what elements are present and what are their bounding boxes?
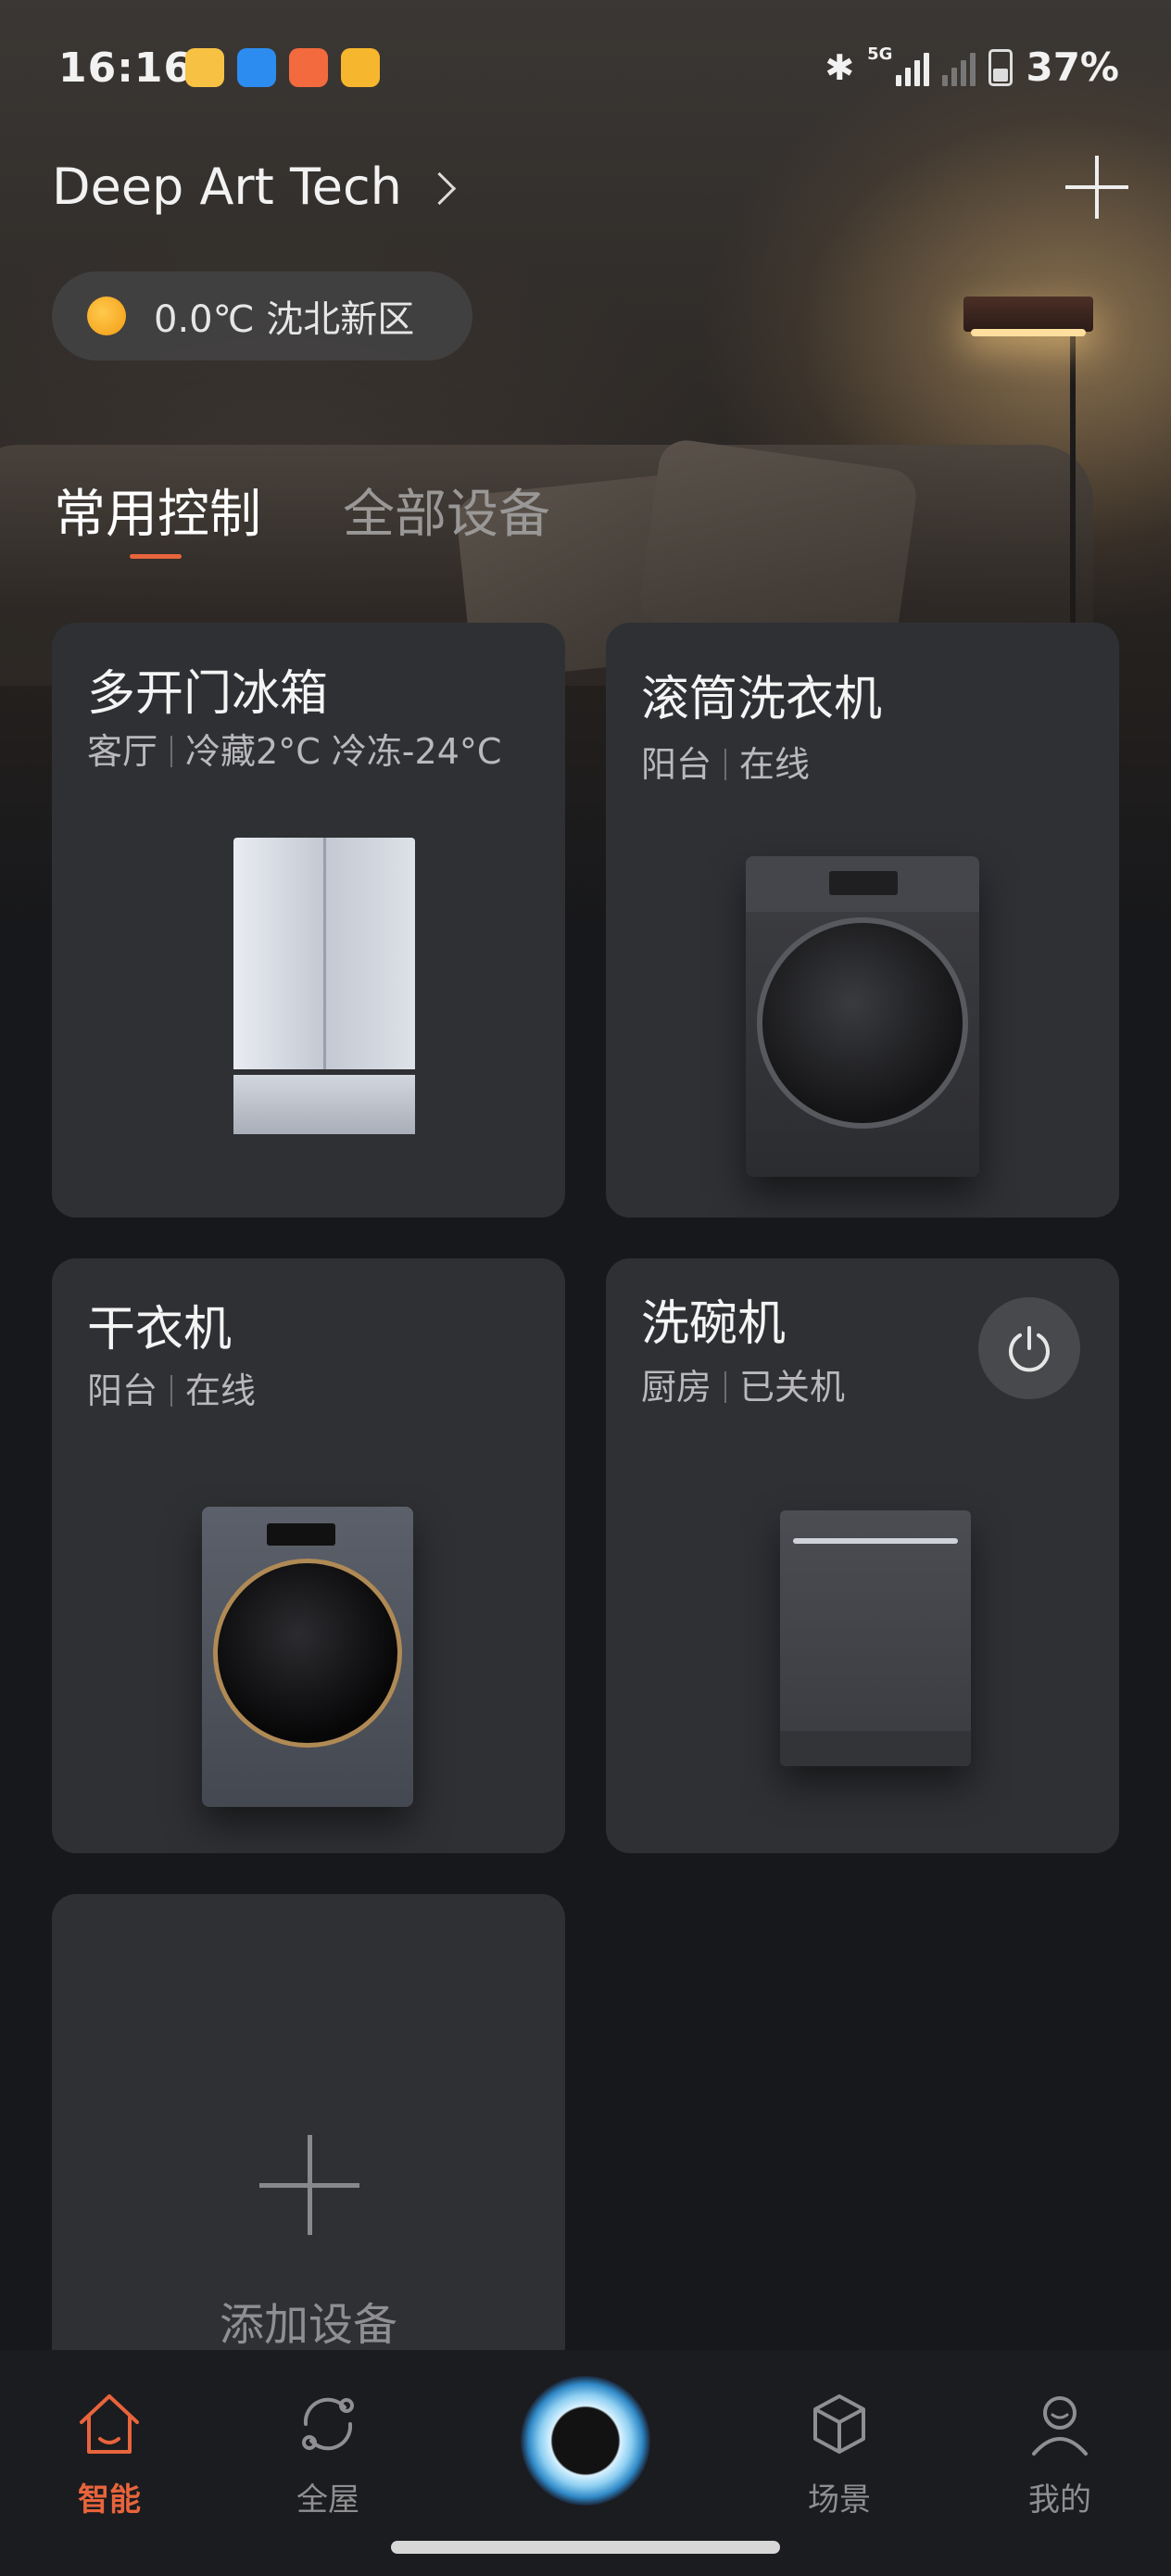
home-selector[interactable]: Deep Art Tech [52,158,457,216]
device-name: 洗碗机 [641,1296,787,1352]
device-room: 阳台 [87,1370,158,1411]
battery-icon [988,48,1014,86]
nav-label: 全屋 [296,2481,359,2519]
device-status: 冷藏2°C 冷冻-24°C [185,731,502,772]
tab-active-indicator [130,554,182,559]
device-status-line: 阳台 在线 [641,736,810,787]
lamp-glow [971,329,1086,336]
signal-icon [896,49,930,86]
device-card-dryer[interactable]: 干衣机 阳台 在线 [52,1258,565,1853]
fridge-image [233,838,415,1134]
nav-scenes[interactable]: 场景 [774,2387,904,2519]
lamp-shade [963,297,1093,332]
tab-common-controls[interactable]: 常用控制 [54,473,261,559]
divider [170,1375,173,1407]
device-room: 客厅 [87,731,158,772]
status-bar: 16:16 ✱ 5G 37% [0,37,1171,102]
device-status-line: 客厅 冷藏2°C 冷冻-24°C [87,723,501,774]
nav-label: 智能 [78,2481,141,2519]
add-device-label: 添加设备 [219,2299,397,2351]
home-indicator[interactable] [391,2541,780,2554]
nav-smart[interactable]: 智能 [44,2387,174,2519]
home-name: Deep Art Tech [52,158,402,216]
tab-label: 常用控制 [54,485,261,545]
bluetooth-icon: ✱ [825,46,855,88]
divider [724,1371,727,1403]
power-button[interactable] [978,1297,1080,1399]
chevron-right-icon [422,171,457,206]
mail-icon [289,48,328,87]
battery-percent: 37% [1026,44,1119,90]
nav-whole-house[interactable]: 全屋 [263,2387,393,2519]
device-name: 滚筒洗衣机 [641,672,883,727]
add-device-card[interactable]: 添加设备 [52,1894,565,2376]
device-status: 在线 [739,744,811,785]
weibo-icon [185,48,224,87]
nav-mine[interactable]: 我的 [995,2387,1125,2519]
signal-icon-secondary [942,49,976,86]
device-card-dishwasher[interactable]: 洗碗机 厨房 已关机 [606,1258,1119,1853]
sun-icon [87,297,126,335]
cube-icon [813,2394,865,2454]
nav-label: 我的 [1028,2481,1091,2519]
washer-image [746,856,979,1177]
divider [724,749,727,780]
plus-icon [259,2135,359,2235]
network-type-label: 5G [867,44,893,64]
floor-lamp [1070,320,1076,635]
device-status: 在线 [185,1370,257,1411]
device-status-line: 厨房 已关机 [641,1358,845,1409]
user-icon [1032,2396,1088,2456]
add-icon[interactable] [1060,150,1134,224]
device-card-fridge[interactable]: 多开门冰箱 客厅 冷藏2°C 冷冻-24°C [52,623,565,1218]
nav-label: 场景 [808,2481,871,2519]
device-name: 多开门冰箱 [87,666,329,722]
device-room: 阳台 [641,744,712,785]
system-indicators: ✱ 5G 37% [825,44,1119,90]
home-icon [80,2394,139,2454]
device-room: 厨房 [641,1367,712,1408]
status-time: 16:16 [58,44,194,92]
dryer-image [202,1507,413,1807]
device-status: 已关机 [739,1367,846,1408]
tab-bar: 常用控制 全部设备 [54,473,550,559]
notes-icon [341,48,380,87]
divider [170,736,173,767]
power-icon [1009,1326,1050,1372]
device-name: 干衣机 [87,1302,233,1357]
voice-assistant-orb[interactable] [521,2376,650,2506]
device-card-washer[interactable]: 滚筒洗衣机 阳台 在线 [606,623,1119,1218]
weather-text: 0.0℃ 沈北新区 [154,298,415,341]
browser-icon [237,48,276,87]
device-status-line: 阳台 在线 [87,1362,256,1413]
dishwasher-image [780,1510,971,1766]
sync-icon [302,2397,354,2451]
tab-all-devices[interactable]: 全部设备 [343,473,550,548]
tab-label: 全部设备 [343,485,550,545]
weather-pill[interactable]: 0.0℃ 沈北新区 [52,271,472,360]
